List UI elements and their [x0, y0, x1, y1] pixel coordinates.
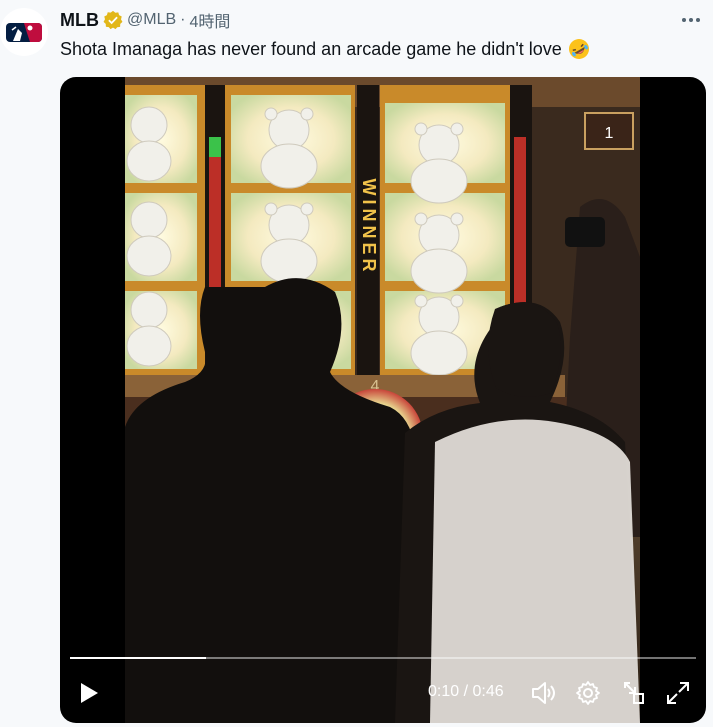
verified-badge-icon — [103, 10, 123, 30]
rolling-on-floor-laughing-icon — [568, 39, 589, 59]
fullscreen-icon[interactable] — [664, 679, 692, 707]
author-handle[interactable]: @MLB — [127, 11, 176, 29]
tweet-text: Shota Imanaga has never found an arcade … — [60, 38, 590, 60]
volume-icon[interactable] — [529, 679, 557, 707]
more-options-button[interactable] — [679, 8, 703, 32]
separator-dot: · — [180, 11, 186, 28]
picture-in-picture-icon[interactable] — [620, 679, 648, 707]
more-dots-icon — [682, 18, 700, 22]
mlb-logo-icon — [6, 23, 42, 42]
timestamp[interactable]: 4時間 — [189, 8, 230, 32]
tweet-card[interactable]: MLB @MLB · 4時間 Shota Imanaga has never f… — [0, 0, 713, 727]
video-controls: 0:10 / 0:46 — [60, 673, 706, 717]
video-frame: WINNER 1 4 — [125, 77, 640, 723]
winner-sign-text: WINNER — [359, 179, 379, 276]
booth-number-text: 1 — [605, 125, 614, 142]
play-icon[interactable] — [74, 679, 102, 707]
video-time-display: 0:10 / 0:46 — [428, 683, 504, 700]
settings-gear-icon[interactable] — [574, 679, 602, 707]
video-player[interactable]: WINNER 1 4 0:10 / 0:46 — [60, 77, 706, 723]
video-progress-fill — [70, 657, 207, 659]
tweet-header: MLB @MLB · 4時間 — [60, 8, 230, 32]
tweet-body: Shota Imanaga has never found an arcade … — [60, 38, 562, 59]
author-name[interactable]: MLB — [60, 10, 99, 31]
avatar[interactable] — [0, 8, 48, 56]
video-progress-bar[interactable] — [70, 657, 696, 659]
